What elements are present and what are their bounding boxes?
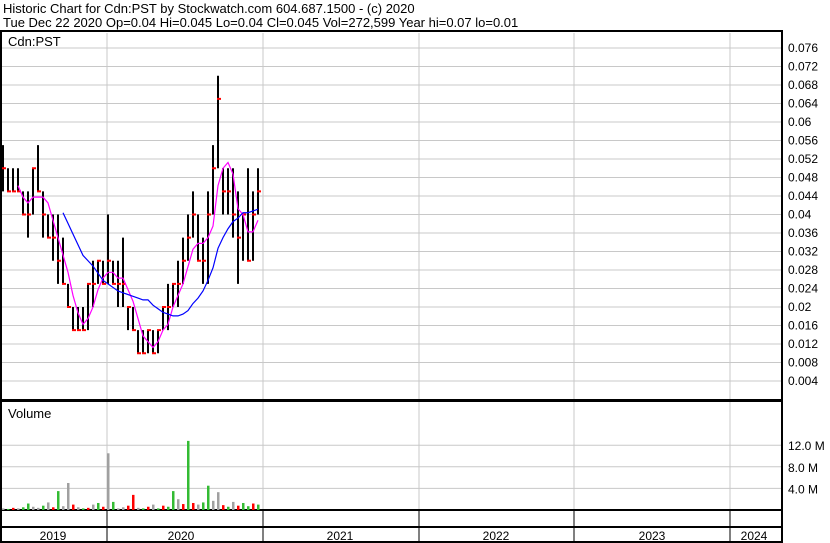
year-label: 2023 [639,529,666,543]
volume-bar [257,504,260,510]
price-tick-label: 0.008 [788,356,818,370]
volume-bar [122,507,125,510]
price-tick-label: 0.056 [788,134,818,148]
volume-bar [147,506,150,510]
volume-bar [117,508,120,510]
volume-bar [107,453,110,510]
volume-bar [192,502,195,510]
price-tick-label: 0.044 [788,189,818,203]
price-tick-label: 0.072 [788,60,818,74]
volume-bar [237,505,240,510]
price-tick-label: 0.068 [788,78,818,92]
volume-bar [102,506,105,510]
year-label: 2022 [483,529,510,543]
volume-bar [67,483,70,510]
price-tick-label: 0.076 [788,41,818,55]
volume-bar [157,508,160,510]
price-tick-label: 0.04 [788,208,812,222]
volume-tick-label: 8.0 M [788,461,818,475]
volume-bar [112,501,115,510]
volume-bar [137,507,140,510]
volume-bar [127,505,130,510]
stock-chart: Historic Chart for Cdn:PST by Stockwatch… [0,0,830,543]
year-label: 2024 [741,529,768,543]
volume-bar [132,494,135,510]
volume-bar [227,506,230,510]
volume-panel-title: Volume [8,406,51,421]
volume-bar [32,506,35,510]
volume-bar [87,507,90,510]
price-panel-title: Cdn:PST [8,34,61,49]
volume-panel-frame [0,400,783,511]
volume-bar [247,506,250,510]
year-label: 2021 [327,529,354,543]
year-label: 2020 [168,529,195,543]
volume-bar [182,504,185,510]
volume-bar [187,440,190,510]
volume-bar [212,500,215,510]
volume-bar [17,508,20,510]
price-panel-frame [0,30,783,401]
volume-bar [27,503,30,510]
volume-bar [242,502,245,510]
volume-bar [162,505,165,510]
price-tick-label: 0.028 [788,263,818,277]
price-tick-label: 0.064 [788,97,818,111]
volume-bar [92,504,95,510]
price-tick-label: 0.032 [788,245,818,259]
price-tick-label: 0.016 [788,319,818,333]
volume-bar [37,507,40,510]
volume-bar [167,506,170,510]
volume-bar [232,501,235,510]
volume-bar [82,508,85,510]
volume-bar [177,499,180,510]
volume-bar [62,506,65,510]
volume-bar [252,503,255,510]
volume-bar [42,505,45,510]
volume-bar [97,502,100,510]
volume-bar [2,508,5,510]
volume-bar [152,504,155,510]
price-tick-label: 0.012 [788,337,818,351]
volume-bar [142,508,145,510]
price-tick-label: 0.052 [788,152,818,166]
volume-bar [22,507,25,510]
price-tick-label: 0.024 [788,282,818,296]
price-tick-label: 0.036 [788,226,818,240]
volume-tick-label: 4.0 M [788,482,818,496]
volume-bar [172,491,175,510]
volume-bar [57,491,60,510]
volume-bar [207,485,210,510]
volume-bar [77,507,80,510]
volume-bar [197,504,200,510]
volume-bar [47,502,50,510]
volume-bar [202,502,205,510]
price-tick-label: 0.048 [788,171,818,185]
price-tick-label: 0.004 [788,374,818,388]
volume-tick-label: 12.0 M [788,439,825,453]
volume-bar [12,507,15,510]
volume-bar [72,504,75,510]
year-label: 2019 [40,529,67,543]
volume-bar [52,507,55,510]
price-tick-label: 0.06 [788,115,812,129]
price-tick-label: 0.02 [788,300,812,314]
volume-bar [217,492,220,510]
volume-bar [222,505,225,510]
chart-canvas: 0.004 0.008 0.012 0.016 0.02 0.024 0.028 0.032 0… [0,30,825,543]
volume-bar [7,508,10,510]
